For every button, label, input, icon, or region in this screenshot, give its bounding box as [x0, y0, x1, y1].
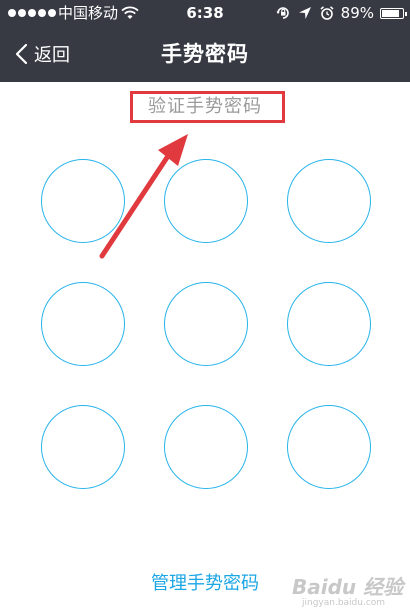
prompt-text: 验证手势密码 [148, 96, 262, 117]
gesture-node-7[interactable] [41, 405, 125, 489]
alarm-icon [320, 6, 334, 20]
gesture-node-6[interactable] [287, 282, 371, 366]
gesture-node-8[interactable] [164, 405, 248, 489]
watermark: Baidu 经验 jingyan.baidu.com [292, 571, 404, 611]
battery-percent: 89% [340, 4, 374, 22]
page-title: 手势密码 [161, 42, 249, 66]
battery-icon [380, 7, 407, 19]
gesture-node-5[interactable] [164, 282, 248, 366]
watermark-logo: Baidu 经验 [292, 575, 404, 599]
status-bar: 中国移动 6:38 89% [0, 0, 410, 26]
watermark-url: jingyan.baidu.com [302, 598, 386, 608]
top-bar: 中国移动 6:38 89% 返回 手势密码 [0, 0, 410, 82]
gesture-node-9[interactable] [287, 405, 371, 489]
gesture-node-1[interactable] [41, 159, 125, 243]
status-right: 89% [275, 0, 407, 26]
gesture-node-3[interactable] [287, 159, 371, 243]
nav-bar: 返回 手势密码 [0, 26, 410, 82]
rotation-lock-icon [276, 7, 289, 19]
gesture-node-4[interactable] [41, 282, 125, 366]
gesture-node-2[interactable] [164, 159, 248, 243]
location-arrow-icon [298, 7, 311, 19]
